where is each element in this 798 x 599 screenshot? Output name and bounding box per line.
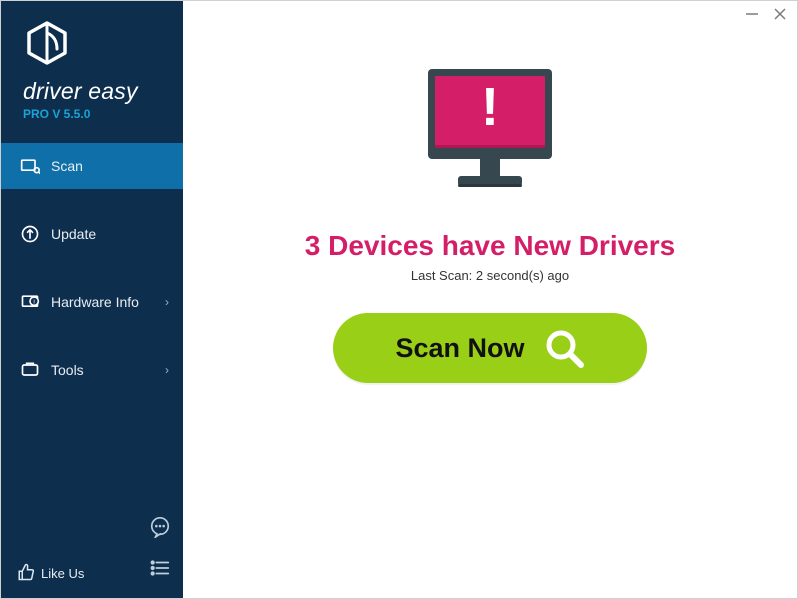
svg-text:!: !: [481, 77, 499, 137]
alert-monitor-icon: !: [410, 63, 570, 208]
like-us-button[interactable]: Like Us: [17, 563, 84, 584]
like-us-label: Like Us: [41, 566, 84, 581]
thumbs-up-icon: [17, 563, 35, 584]
app-window: driver easy PRO V 5.5.0 Scan: [0, 0, 798, 599]
feedback-icon[interactable]: [149, 516, 171, 543]
chevron-right-icon: ›: [165, 363, 169, 377]
main-panel: ! 3 Devices have New Drivers Last Scan: …: [183, 1, 797, 598]
hardware-info-icon: i: [17, 292, 43, 312]
sidebar-item-label: Update: [51, 226, 169, 242]
last-scan-text: Last Scan: 2 second(s) ago: [411, 268, 569, 283]
sidebar: driver easy PRO V 5.5.0 Scan: [1, 1, 183, 598]
menu-list-icon[interactable]: [149, 557, 171, 584]
magnifier-icon: [543, 327, 585, 369]
scan-now-button[interactable]: Scan Now: [333, 313, 647, 383]
scan-icon: [17, 156, 43, 176]
sidebar-item-label: Tools: [51, 362, 165, 378]
sidebar-item-hardware-info[interactable]: i Hardware Info ›: [1, 279, 183, 325]
tools-icon: [17, 360, 43, 380]
sidebar-bottom-icons: [149, 516, 171, 584]
sidebar-bottom: Like Us: [1, 551, 183, 598]
brand-logo-icon: [23, 19, 169, 72]
brand-name: driver easy: [23, 78, 169, 105]
sidebar-item-tools[interactable]: Tools ›: [1, 347, 183, 393]
brand-version: PRO V 5.5.0: [23, 107, 169, 121]
sidebar-nav: Scan Update i: [1, 143, 183, 415]
headline-text: 3 Devices have New Drivers: [305, 230, 675, 262]
update-icon: [17, 224, 43, 244]
sidebar-item-scan[interactable]: Scan: [1, 143, 183, 189]
scan-now-label: Scan Now: [395, 333, 524, 364]
sidebar-item-update[interactable]: Update: [1, 211, 183, 257]
chevron-right-icon: ›: [165, 295, 169, 309]
brand-block: driver easy PRO V 5.5.0: [1, 1, 183, 133]
sidebar-item-label: Hardware Info: [51, 294, 165, 310]
sidebar-item-label: Scan: [51, 158, 169, 174]
